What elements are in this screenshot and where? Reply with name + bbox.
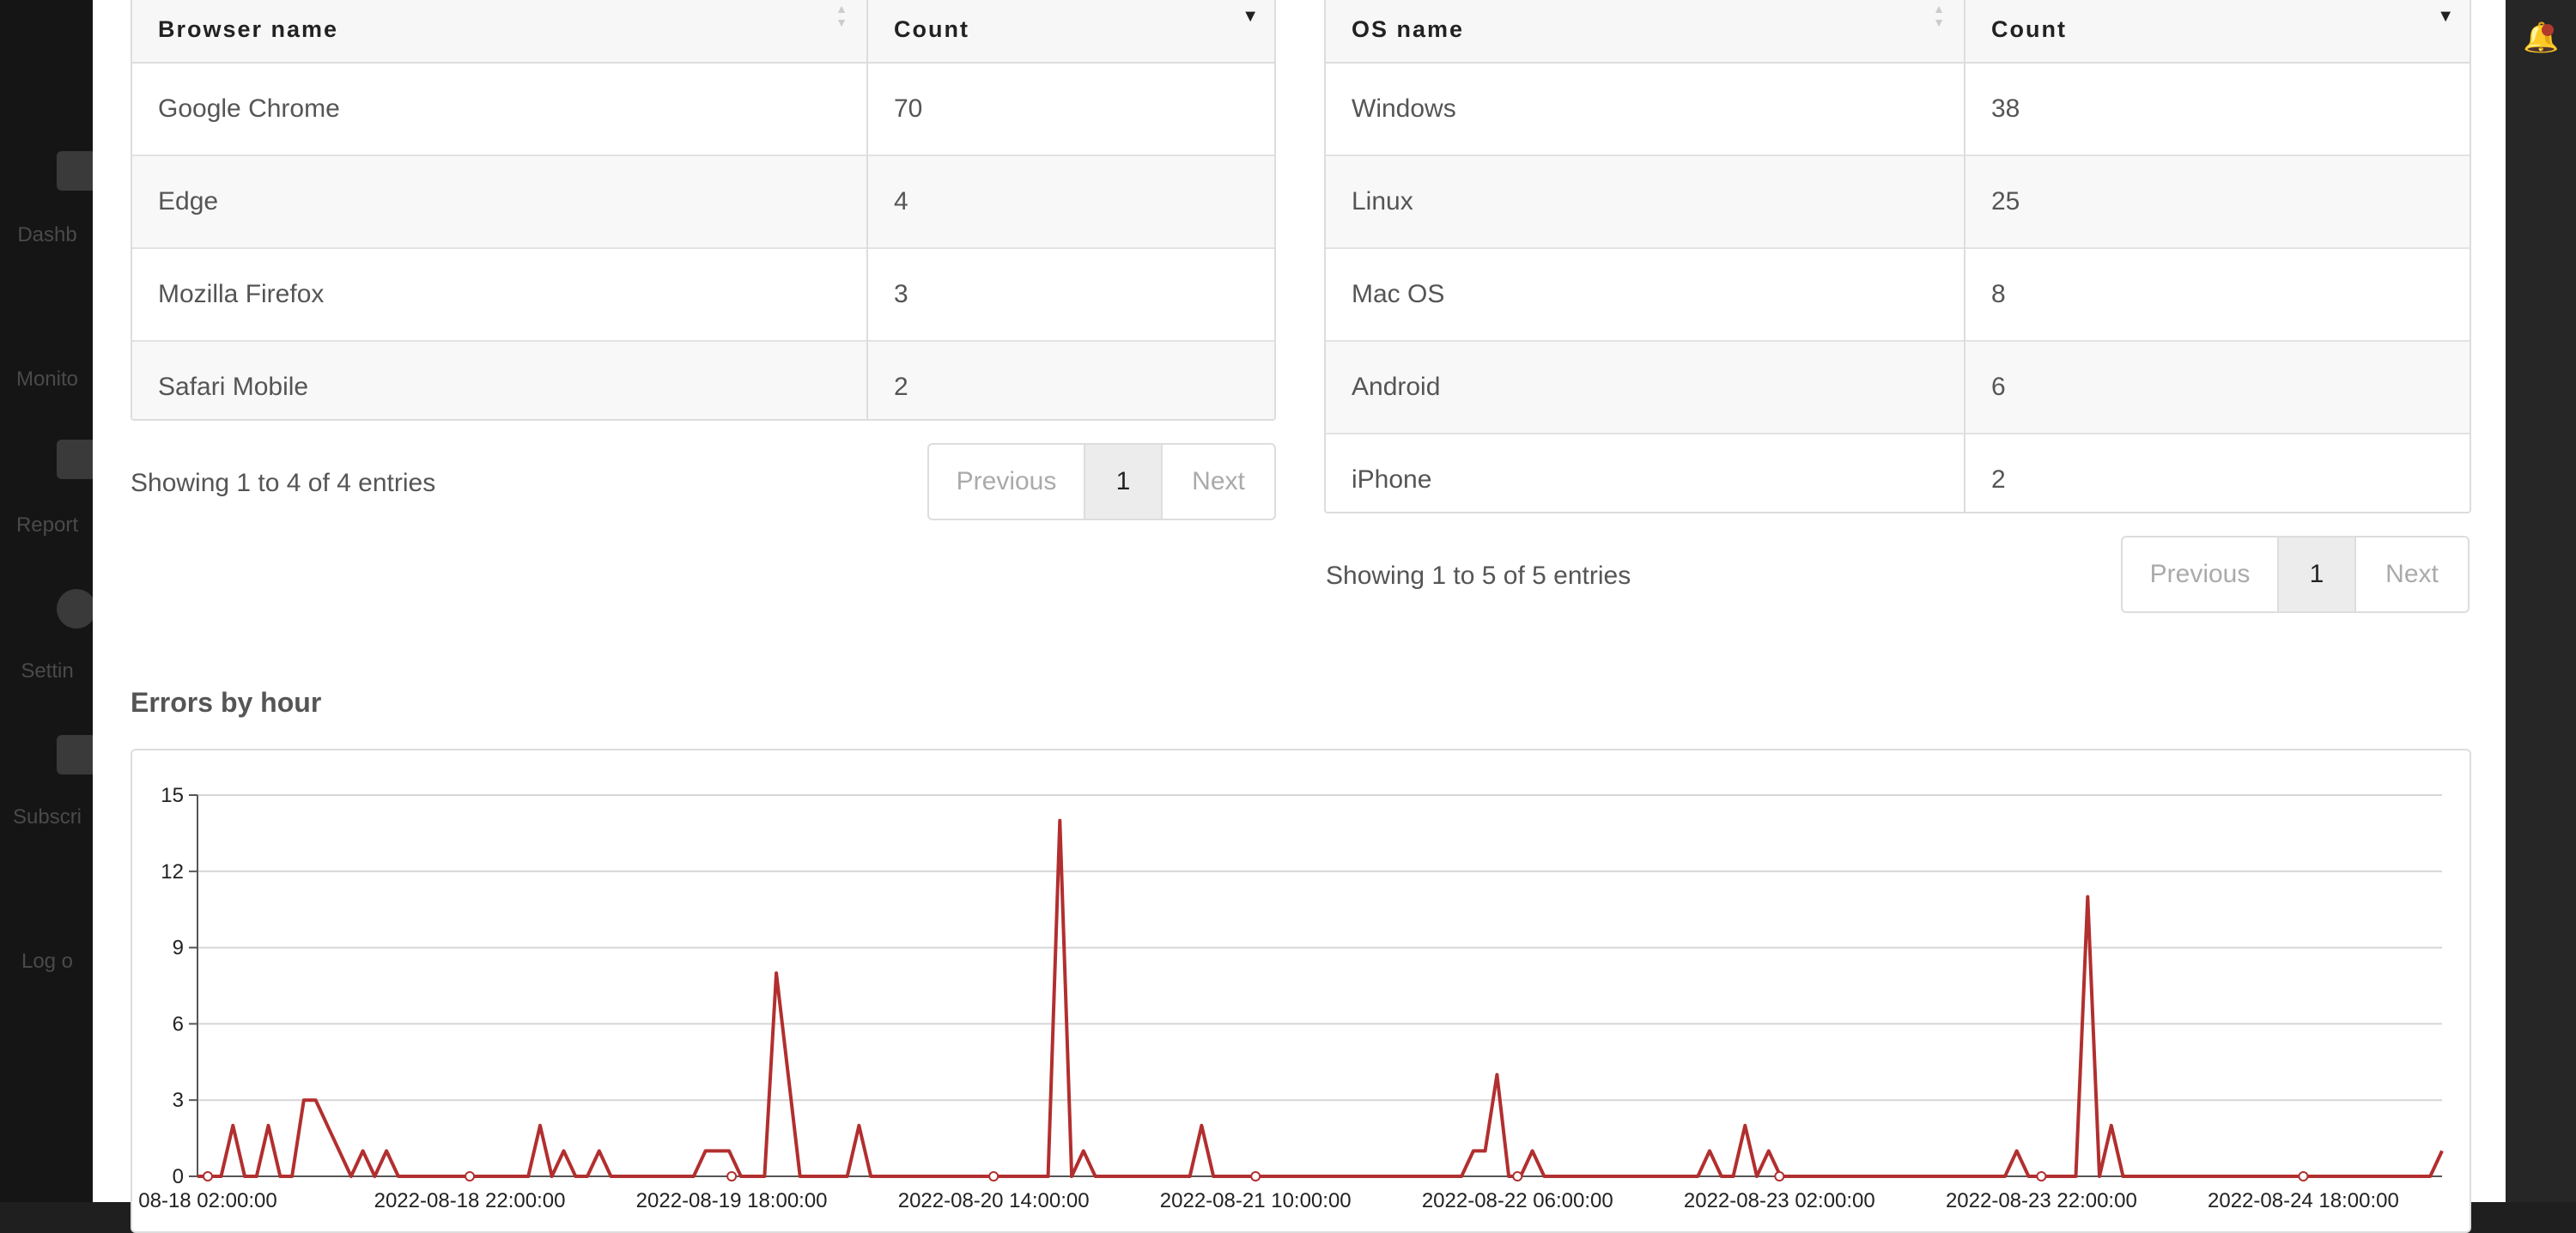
x-tick-label: 2022-08-20 14:00:00: [898, 1189, 1090, 1212]
x-tick-label: 2022-08-23 22:00:00: [1946, 1189, 2137, 1212]
browser-count-cell: 70: [866, 62, 1274, 155]
table-row: Linux 25: [1326, 155, 2470, 248]
table-row: Mac OS 8: [1326, 247, 2470, 341]
os-count-cell: 6: [1964, 340, 2470, 434]
y-tick-label: 12: [161, 860, 184, 884]
os-count-cell: 2: [1964, 433, 2470, 512]
bg-nav-reports: Report: [15, 513, 79, 537]
x-tick-label: 2022-08-21 10:00:00: [1160, 1189, 1352, 1212]
x-tick-marker: [1512, 1171, 1523, 1181]
table-row: Safari Mobile 2: [132, 340, 1274, 419]
x-tick-label: 2022-08-24 18:00:00: [2208, 1189, 2399, 1212]
os-count-cell: 38: [1964, 62, 2470, 155]
y-tick-label: 15: [161, 784, 184, 807]
browser-count-header[interactable]: Count ▼: [866, 0, 1274, 64]
browser-count-cell: 3: [866, 247, 1274, 341]
browser-name-cell: Google Chrome: [132, 62, 867, 155]
sort-icon: ▲ ▼: [1933, 2, 1947, 29]
background-sidebar: Dashb Monito Report Settin Subscri Log o: [0, 0, 96, 1202]
browser-name-cell: Safari Mobile: [132, 340, 867, 419]
x-tick-marker: [2036, 1171, 2047, 1181]
gear-icon: [57, 589, 96, 629]
sort-icon: ▲ ▼: [835, 2, 849, 29]
os-name-cell: Android: [1326, 340, 1965, 434]
background-right-panel: 🔔: [2506, 0, 2576, 1202]
os-table: OS name ▲ ▼ Count ▼ Windows 38 Linux 25 Mac O…: [1324, 0, 2471, 513]
x-tick-label: 2022-08-19 18:00:00: [636, 1189, 828, 1212]
os-table-info: Showing 1 to 5 of 5 entries: [1326, 562, 1631, 590]
y-tick-label: 0: [173, 1165, 184, 1188]
dashboard-icon: [57, 151, 96, 191]
browser-count-cell: 4: [866, 155, 1274, 248]
x-tick-label: 08-18 02:00:00: [138, 1189, 276, 1212]
x-tick-marker: [465, 1171, 476, 1181]
x-tick-marker: [1250, 1171, 1261, 1181]
errors-chart-title: Errors by hour: [131, 687, 322, 718]
x-tick-marker: [1774, 1171, 1785, 1181]
browser-name-header[interactable]: Browser name ▲ ▼: [132, 0, 867, 64]
x-tick-label: 2022-08-22 06:00:00: [1422, 1189, 1613, 1212]
browser-count-cell: 2: [866, 340, 1274, 419]
page-1-button[interactable]: 1: [1084, 445, 1163, 519]
next-page-button[interactable]: Next: [1163, 445, 1274, 519]
table-row: Windows 38: [1326, 62, 2470, 155]
os-count-cell: 25: [1964, 155, 2470, 248]
table-row: iPhone 2: [1326, 433, 2470, 512]
errors-by-hour-chart: 0 3 6 9 12 15 08-18 02:00:00 2022-08-18 22:00:0…: [138, 784, 2444, 1212]
subscription-icon: [57, 735, 96, 774]
table-row: Android 6: [1326, 340, 2470, 434]
previous-page-button[interactable]: Previous: [929, 445, 1084, 519]
errors-chart-container: 0 3 6 9 12 15 08-18 02:00:00 2022-08-18 22:00:0…: [131, 749, 2471, 1233]
series-line: [197, 818, 2444, 1178]
os-name-cell: Windows: [1326, 62, 1965, 155]
os-count-cell: 8: [1964, 247, 2470, 341]
browser-name-cell: Mozilla Firefox: [132, 247, 867, 341]
table-row: Google Chrome 70: [132, 62, 1274, 155]
y-tick-label: 9: [173, 937, 184, 960]
table-row: Mozilla Firefox 3: [132, 247, 1274, 341]
os-name-cell: Linux: [1326, 155, 1965, 248]
bg-nav-monitoring: Monito: [15, 367, 79, 391]
bg-nav-dashboard: Dashb: [17, 223, 77, 246]
x-tick-marker: [988, 1171, 999, 1181]
previous-page-button[interactable]: Previous: [2123, 538, 2277, 611]
x-tick-label: 2022-08-23 02:00:00: [1684, 1189, 1875, 1212]
os-pagination: Previous 1 Next: [2121, 536, 2470, 613]
bg-nav-logout: Log o: [21, 950, 74, 973]
browser-name-cell: Edge: [132, 155, 867, 248]
browser-table-info: Showing 1 to 4 of 4 entries: [131, 469, 436, 497]
browser-table: Browser name ▲ ▼ Count ▼ Google Chrome 70 Ed…: [131, 0, 1276, 421]
os-name-header[interactable]: OS name ▲ ▼: [1326, 0, 1965, 64]
bg-nav-settings: Settin: [21, 659, 74, 683]
x-tick-marker: [2298, 1171, 2309, 1181]
y-tick-label: 6: [173, 1012, 184, 1036]
sort-desc-icon: ▼: [1242, 7, 1261, 26]
os-name-cell: Mac OS: [1326, 247, 1965, 341]
bg-nav-subscription: Subscri: [12, 805, 82, 829]
os-name-cell: iPhone: [1326, 433, 1965, 512]
browser-pagination: Previous 1 Next: [927, 443, 1276, 520]
table-row: Edge 4: [132, 155, 1274, 248]
x-tick-marker: [726, 1171, 738, 1181]
x-tick-marker: [203, 1171, 213, 1181]
page-1-button[interactable]: 1: [2277, 538, 2356, 611]
reports-icon: [57, 440, 96, 479]
x-tick-label: 2022-08-18 22:00:00: [374, 1189, 566, 1212]
y-tick-label: 3: [173, 1089, 184, 1112]
os-count-header[interactable]: Count ▼: [1964, 0, 2470, 64]
notification-dot: [2542, 24, 2554, 36]
next-page-button[interactable]: Next: [2356, 538, 2468, 611]
sort-desc-icon: ▼: [2437, 7, 2456, 26]
